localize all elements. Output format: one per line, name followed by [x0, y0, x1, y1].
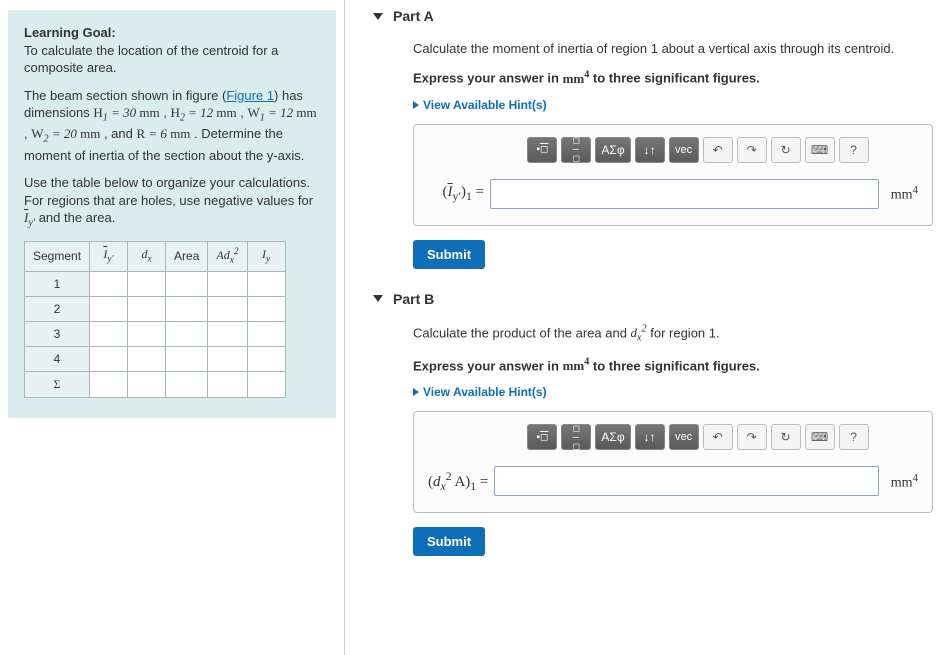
part-b-express: Express your answer in mm4 to three sign… — [413, 356, 933, 376]
vec-button[interactable]: vec — [669, 424, 699, 450]
keyboard-button[interactable]: ⌨ — [805, 137, 835, 163]
learning-goal-box: Learning Goal: To calculate the location… — [8, 10, 336, 418]
part-b-submit-button[interactable]: Submit — [413, 527, 485, 556]
calc-table: Segment Iy′ dx Area Adx2 Iy 1 2 3 4 Σ — [24, 241, 286, 398]
th-segment: Segment — [25, 241, 90, 271]
template-button[interactable]: ▪◻ — [527, 137, 557, 163]
part-a-input[interactable] — [490, 179, 879, 209]
redo-button[interactable]: ↷ — [737, 424, 767, 450]
part-a-header[interactable]: Part A — [373, 0, 933, 34]
part-a-hints-toggle[interactable]: View Available Hint(s) — [413, 98, 933, 112]
part-a-answer-row: (Iy′)1 = mm4 — [428, 179, 918, 209]
right-panel: Part A Calculate the moment of inertia o… — [345, 0, 951, 655]
fraction-button[interactable]: ◻─◻ — [561, 424, 591, 450]
problem-statement: The beam section shown in figure (Figure… — [24, 87, 320, 165]
table-row: 3 — [25, 322, 286, 347]
part-a-express: Express your answer in mm4 to three sign… — [413, 68, 933, 88]
chevron-down-icon — [373, 13, 383, 20]
part-b-input[interactable] — [494, 466, 878, 496]
th-adx2: Adx2 — [208, 241, 247, 271]
part-b-answer-box: ▪◻ ◻─◻ ΑΣφ ↓↑ vec ↶ ↷ ↻ ⌨ ? (dx2 A)1 = m… — [413, 411, 933, 513]
learning-goal: Learning Goal: To calculate the location… — [24, 24, 320, 77]
reset-button[interactable]: ↻ — [771, 424, 801, 450]
part-a-unit: mm4 — [885, 184, 918, 204]
vec-button[interactable]: vec — [669, 137, 699, 163]
help-button[interactable]: ? — [839, 137, 869, 163]
figure-link[interactable]: Figure 1 — [226, 88, 274, 103]
part-a-submit-button[interactable]: Submit — [413, 240, 485, 269]
greek-button[interactable]: ΑΣφ — [595, 137, 630, 163]
table-row: 4 — [25, 347, 286, 372]
fraction-button[interactable]: ◻─◻ — [561, 137, 591, 163]
th-area: Area — [166, 241, 208, 271]
part-b-hints-toggle[interactable]: View Available Hint(s) — [413, 385, 933, 399]
greek-button[interactable]: ΑΣφ — [595, 424, 630, 450]
subsup-button[interactable]: ↓↑ — [635, 424, 665, 450]
part-b-answer-row: (dx2 A)1 = mm4 — [428, 466, 918, 496]
part-b-prompt: Calculate the product of the area and dx… — [413, 323, 933, 346]
table-row: 2 — [25, 296, 286, 321]
reset-button[interactable]: ↻ — [771, 137, 801, 163]
th-dx: dx — [128, 241, 166, 271]
part-b-title: Part B — [393, 291, 434, 307]
part-b-body: Calculate the product of the area and dx… — [373, 317, 933, 571]
learning-goal-label: Learning Goal: — [24, 25, 116, 40]
th-iy: Iy′ — [90, 241, 128, 271]
part-a-prompt: Calculate the moment of inertia of regio… — [413, 40, 933, 58]
part-b-header[interactable]: Part B — [373, 283, 933, 317]
instructions: Use the table below to organize your cal… — [24, 174, 320, 230]
part-a-toolbar: ▪◻ ◻─◻ ΑΣφ ↓↑ vec ↶ ↷ ↻ ⌨ ? — [478, 137, 918, 163]
part-a-answer-box: ▪◻ ◻─◻ ΑΣφ ↓↑ vec ↶ ↷ ↻ ⌨ ? (Iy′)1 = mm4 — [413, 124, 933, 226]
help-button[interactable]: ? — [839, 424, 869, 450]
table-row: Σ — [25, 372, 286, 397]
template-button[interactable]: ▪◻ — [527, 424, 557, 450]
redo-button[interactable]: ↷ — [737, 137, 767, 163]
part-b-unit: mm4 — [885, 472, 918, 492]
undo-button[interactable]: ↶ — [703, 137, 733, 163]
part-b-toolbar: ▪◻ ◻─◻ ΑΣφ ↓↑ vec ↶ ↷ ↻ ⌨ ? — [478, 424, 918, 450]
undo-button[interactable]: ↶ — [703, 424, 733, 450]
subsup-button[interactable]: ↓↑ — [635, 137, 665, 163]
learning-goal-text: To calculate the location of the centroi… — [24, 43, 278, 76]
part-a-lhs: (Iy′)1 = — [428, 184, 484, 203]
chevron-down-icon — [373, 295, 383, 302]
part-a-body: Calculate the moment of inertia of regio… — [373, 34, 933, 283]
keyboard-button[interactable]: ⌨ — [805, 424, 835, 450]
left-panel: Learning Goal: To calculate the location… — [0, 0, 345, 655]
part-b-lhs: (dx2 A)1 = — [428, 470, 488, 493]
table-row: 1 — [25, 271, 286, 296]
table-header-row: Segment Iy′ dx Area Adx2 Iy — [25, 241, 286, 271]
th-Iy: Iy — [247, 241, 285, 271]
part-a-title: Part A — [393, 8, 434, 24]
